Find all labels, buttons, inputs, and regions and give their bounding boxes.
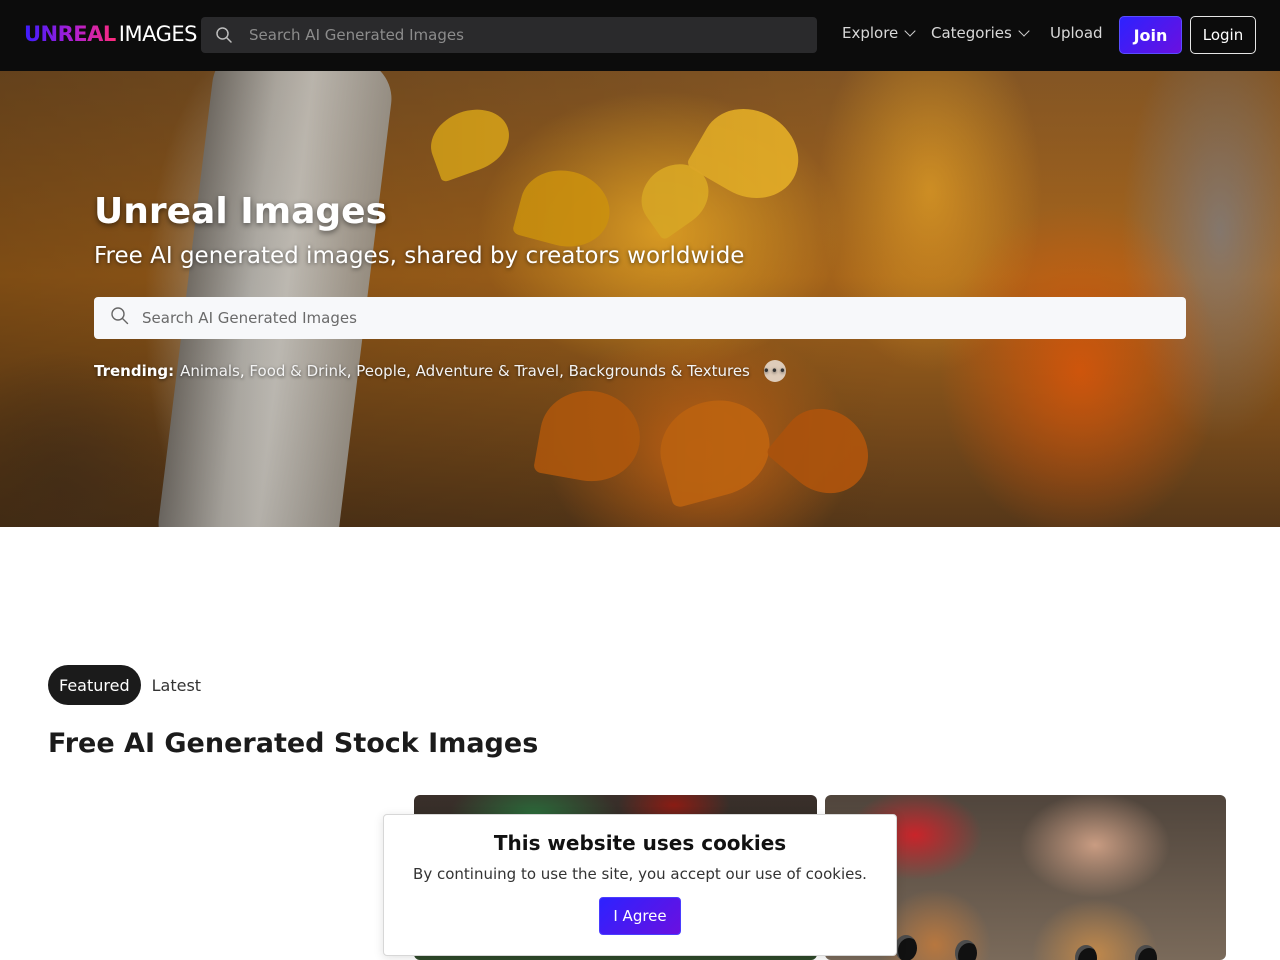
trending-tag-food-drink[interactable]: Food & Drink [249,362,346,380]
login-button[interactable]: Login [1190,16,1256,54]
hero-search-input[interactable] [142,297,1172,339]
nav-upload[interactable]: Upload [1050,24,1103,42]
section-title: Free AI Generated Stock Images [48,728,539,759]
cookie-consent-dialog: This website uses cookies By continuing … [383,814,897,956]
cookie-title: This website uses cookies [493,831,787,855]
nav-upload-label: Upload [1050,24,1103,42]
cookie-text: By continuing to use the site, you accep… [413,865,867,883]
trending-tag-people[interactable]: People [356,362,406,380]
more-tags-button[interactable]: ••• [763,360,786,382]
nav-categories[interactable]: Categories [931,24,1030,42]
top-navigation-bar: UNREAL IMAGES Explore Categories Upload … [0,0,1280,71]
nav-explore[interactable]: Explore [842,24,916,42]
image-detail [895,935,917,960]
chevron-down-icon [904,24,916,37]
nav-explore-label: Explore [842,24,899,42]
agree-button[interactable]: I Agree [599,897,681,935]
hero-banner: Unreal Images Free AI generated images, … [0,71,1280,527]
image-detail [1075,945,1097,960]
trending-tag-adventure-travel[interactable]: Adventure & Travel [416,362,559,380]
header-search-input[interactable] [249,17,809,53]
chevron-down-icon [1018,24,1030,37]
search-icon [110,306,130,330]
trending-tags: Trending: Animals, Food & Drink, People,… [94,360,787,382]
feed-tabs: Featured Latest [48,665,212,705]
hero-title: Unreal Images [94,191,388,232]
trending-label: Trending: [94,362,175,380]
nav-categories-label: Categories [931,24,1012,42]
trending-tag-animals[interactable]: Animals [180,362,240,380]
logo-text-strong: UNREAL [24,22,116,46]
tab-featured[interactable]: Featured [48,665,141,705]
join-button[interactable]: Join [1119,16,1182,54]
search-icon [215,26,233,48]
image-detail [955,940,977,960]
hero-search-bar[interactable] [94,297,1186,339]
logo-text-light: IMAGES [118,22,198,46]
site-logo[interactable]: UNREAL IMAGES [24,22,197,46]
hero-subtitle: Free AI generated images, shared by crea… [94,243,745,269]
trending-tag-backgrounds-textures[interactable]: Backgrounds & Textures [569,362,750,380]
image-detail [1135,945,1157,960]
tab-latest[interactable]: Latest [141,665,212,705]
header-search-bar[interactable] [201,17,817,53]
